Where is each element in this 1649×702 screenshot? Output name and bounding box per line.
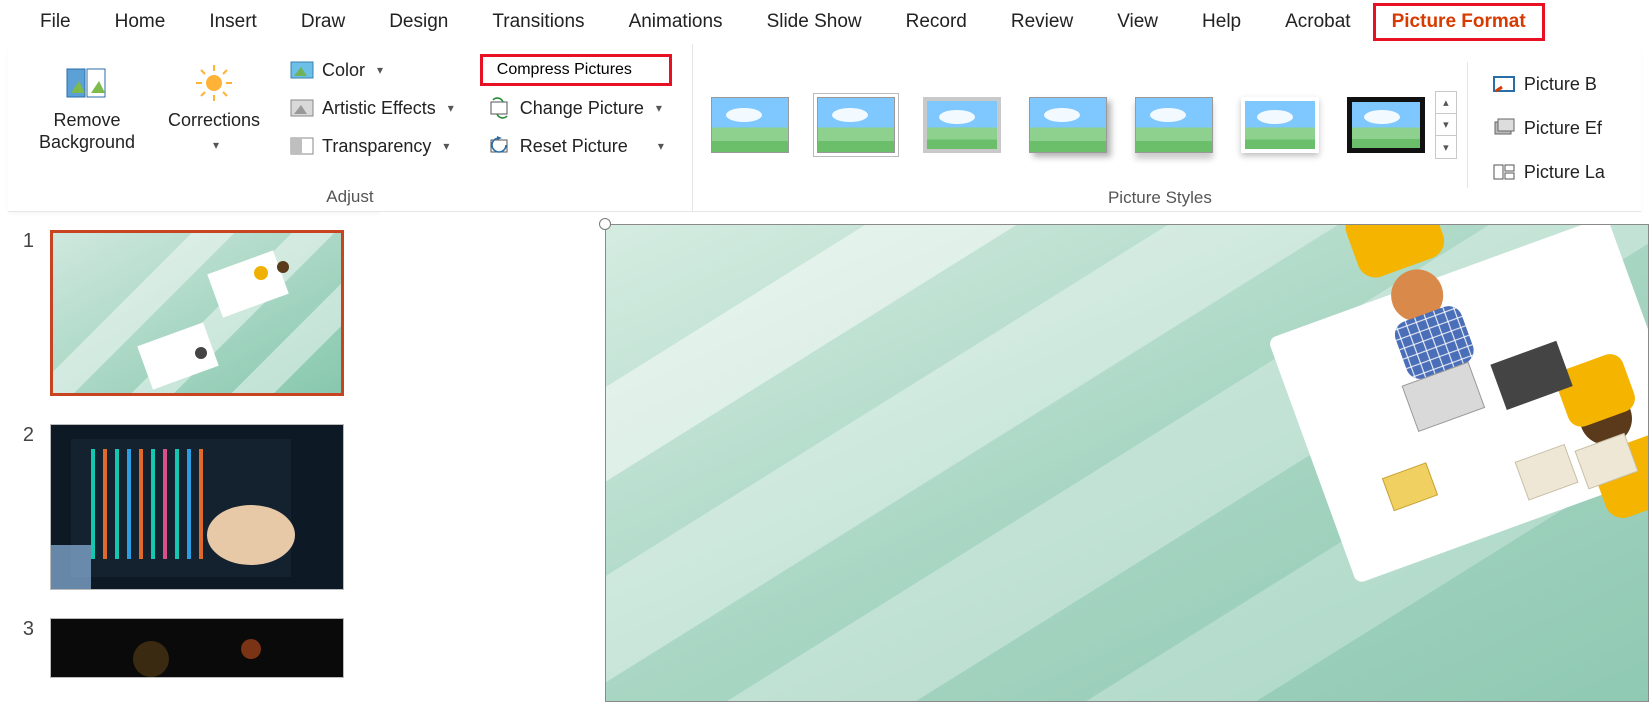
slide-thumbnail-3[interactable]: 3 <box>14 618 366 678</box>
reset-picture-button[interactable]: Reset Picture ▾ <box>480 130 672 162</box>
picture-style-1[interactable] <box>711 97 789 153</box>
picture-style-5[interactable] <box>1135 97 1213 153</box>
artistic-effects-label: Artistic Effects <box>322 98 436 119</box>
tab-review[interactable]: Review <box>989 3 1095 41</box>
gallery-more[interactable]: ▾ <box>1436 136 1456 158</box>
slide-number: 3 <box>14 618 34 678</box>
color-icon <box>290 59 314 81</box>
picture-style-4[interactable] <box>1029 97 1107 153</box>
corrections-label: Corrections <box>168 109 260 132</box>
selection-handle-top[interactable] <box>599 218 611 230</box>
tab-transitions[interactable]: Transitions <box>470 3 606 41</box>
remove-background-button[interactable]: Remove Background <box>22 52 152 164</box>
picture-effects-icon <box>1492 117 1516 139</box>
gallery-scroll-down[interactable]: ▾ <box>1436 114 1456 136</box>
gallery-scroll-up[interactable]: ▴ <box>1436 92 1456 114</box>
tab-acrobat[interactable]: Acrobat <box>1263 3 1372 41</box>
picture-layout-button[interactable]: Picture La <box>1484 156 1613 188</box>
tab-slideshow[interactable]: Slide Show <box>745 3 884 41</box>
transparency-button[interactable]: Transparency ▾ <box>282 130 462 162</box>
adjust-group-label: Adjust <box>22 187 678 211</box>
picture-styles-gallery <box>711 97 1425 153</box>
picture-style-7[interactable] <box>1347 97 1425 153</box>
remove-background-label: Remove Background <box>32 109 142 154</box>
slide-thumbnail-1[interactable]: 1 <box>14 230 366 396</box>
chevron-down-icon: ▾ <box>377 63 383 77</box>
tab-animations[interactable]: Animations <box>607 3 745 41</box>
picture-style-2[interactable] <box>817 97 895 153</box>
remove-background-icon <box>65 63 109 103</box>
artistic-effects-icon <box>290 97 314 119</box>
slide-thumb-image <box>50 424 344 590</box>
slide-number: 2 <box>14 424 34 590</box>
ribbon: Remove Background Corrections ▾ Color ▾ <box>8 44 1641 212</box>
chevron-down-icon: ▾ <box>213 138 219 153</box>
chevron-down-icon: ▾ <box>448 101 454 115</box>
slide-canvas[interactable] <box>380 212 1649 702</box>
color-button[interactable]: Color ▾ <box>282 54 462 86</box>
tab-help[interactable]: Help <box>1180 3 1263 41</box>
chevron-down-icon: ▾ <box>658 139 664 153</box>
picture-layout-label: Picture La <box>1524 162 1605 183</box>
picture-border-icon <box>1492 73 1516 95</box>
picture-effects-button[interactable]: Picture Ef <box>1484 112 1613 144</box>
change-picture-icon <box>488 97 512 119</box>
tab-picture-format[interactable]: Picture Format <box>1373 3 1545 41</box>
transparency-label: Transparency <box>322 136 431 157</box>
picture-styles-group-label: Picture Styles <box>693 188 1627 212</box>
tab-record[interactable]: Record <box>884 3 989 41</box>
tab-file[interactable]: File <box>18 3 93 41</box>
picture-border-button[interactable]: Picture B <box>1484 68 1613 100</box>
compress-pictures-label: Compress Pictures <box>497 61 632 79</box>
slide-thumb-image <box>50 618 344 678</box>
slide-number: 1 <box>14 230 34 396</box>
selected-image[interactable] <box>605 224 1649 702</box>
ribbon-tabs: File Home Insert Draw Design Transitions… <box>0 0 1649 44</box>
reset-picture-label: Reset Picture <box>520 136 628 157</box>
content-area: 1 2 <box>0 212 1649 702</box>
tab-home[interactable]: Home <box>93 3 188 41</box>
picture-border-label: Picture B <box>1524 74 1597 95</box>
chevron-down-icon: ▾ <box>443 139 449 153</box>
tab-view[interactable]: View <box>1095 3 1180 41</box>
artistic-effects-button[interactable]: Artistic Effects ▾ <box>282 92 462 124</box>
picture-style-3[interactable] <box>923 97 1001 153</box>
picture-style-6[interactable] <box>1241 97 1319 153</box>
compress-pictures-button[interactable]: Compress Pictures <box>480 54 672 86</box>
corrections-button[interactable]: Corrections ▾ <box>158 52 270 164</box>
tab-insert[interactable]: Insert <box>187 3 279 41</box>
slide-thumbnail-2[interactable]: 2 <box>14 424 366 590</box>
transparency-icon <box>290 135 314 157</box>
gallery-scroll: ▴ ▾ ▾ <box>1435 91 1457 159</box>
reset-picture-icon <box>488 135 512 157</box>
slide-thumbnail-panel: 1 2 <box>0 212 380 702</box>
picture-layout-icon <box>1492 161 1516 183</box>
tab-design[interactable]: Design <box>367 3 470 41</box>
corrections-icon <box>192 63 236 103</box>
picture-effects-label: Picture Ef <box>1524 118 1602 139</box>
chevron-down-icon: ▾ <box>656 101 662 115</box>
change-picture-label: Change Picture <box>520 98 644 119</box>
tab-draw[interactable]: Draw <box>279 3 367 41</box>
slide-thumb-image <box>50 230 344 396</box>
change-picture-button[interactable]: Change Picture ▾ <box>480 92 672 124</box>
color-label: Color <box>322 60 365 81</box>
